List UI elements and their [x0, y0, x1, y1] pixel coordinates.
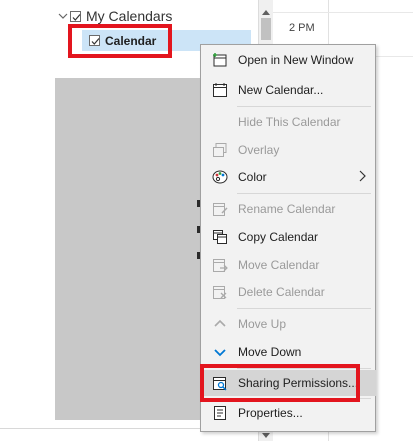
move-calendar-icon [212, 257, 228, 273]
menu-item-delete-calendar[interactable]: Delete Calendar [202, 279, 374, 305]
menu-item-move-up[interactable]: Move Up [202, 311, 374, 337]
highlight-box-calendar [68, 24, 172, 58]
rename-icon [212, 201, 228, 217]
new-calendar-icon [212, 82, 228, 98]
my-calendars-label: My Calendars [86, 8, 173, 24]
menu-item-hide-this-calendar[interactable]: Hide This Calendar [202, 109, 374, 135]
open-window-icon [212, 52, 228, 68]
menu-item-copy-calendar[interactable]: Copy Calendar [202, 224, 374, 250]
scroll-up-icon[interactable] [262, 4, 270, 18]
arrow-down-icon [212, 344, 228, 360]
scroll-thumb[interactable] [261, 18, 271, 40]
arrow-up-icon [212, 316, 228, 332]
menu-separator [237, 106, 371, 107]
time-label: 2 PM [289, 22, 315, 34]
menu-separator [237, 193, 371, 194]
overlay-icon [212, 142, 228, 158]
hour-divider [273, 12, 413, 13]
menu-item-color[interactable]: Color [202, 164, 374, 190]
menu-item-rename-calendar[interactable]: Rename Calendar [202, 196, 374, 222]
menu-item-properties[interactable]: Properties... [202, 400, 374, 426]
copy-calendar-icon [212, 229, 228, 245]
menu-item-overlay[interactable]: Overlay [202, 137, 374, 163]
palette-icon [212, 169, 228, 185]
chevron-down-icon[interactable] [58, 11, 68, 21]
menu-item-new-calendar[interactable]: New Calendar... [202, 77, 374, 103]
menu-item-move-calendar[interactable]: Move Calendar [202, 252, 374, 278]
my-calendars-checkbox[interactable] [70, 10, 81, 22]
properties-icon [212, 405, 228, 421]
menu-item-move-down[interactable]: Move Down [202, 339, 374, 365]
my-calendars-group-header[interactable]: My Calendars [58, 6, 172, 26]
chevron-right-icon [358, 170, 366, 185]
menu-separator [237, 308, 371, 309]
delete-calendar-icon [212, 284, 228, 300]
highlight-box-sharing-permissions [200, 364, 360, 402]
menu-item-open-in-new-window[interactable]: Open in New Window [202, 47, 374, 73]
